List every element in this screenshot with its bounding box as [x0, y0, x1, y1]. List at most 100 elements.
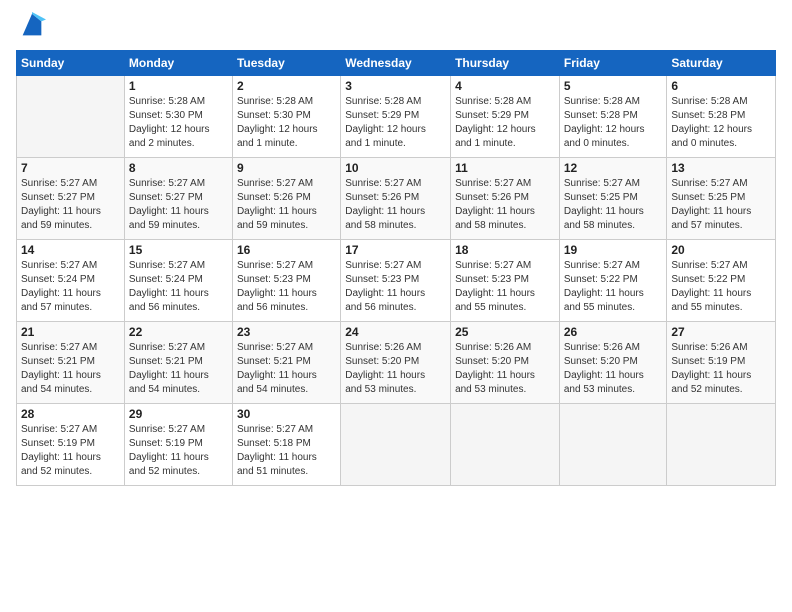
- calendar-cell: [17, 76, 125, 158]
- day-number: 1: [129, 79, 228, 93]
- header: [16, 16, 776, 40]
- calendar-cell: 13 Sunrise: 5:27 AM Sunset: 5:25 PM Dayli…: [667, 158, 776, 240]
- day-number: 16: [237, 243, 336, 257]
- calendar-cell: 24 Sunrise: 5:26 AM Sunset: 5:20 PM Dayli…: [341, 322, 451, 404]
- calendar-cell: [667, 404, 776, 486]
- calendar-header-monday: Monday: [124, 51, 232, 76]
- day-number: 19: [564, 243, 663, 257]
- day-number: 15: [129, 243, 228, 257]
- day-number: 23: [237, 325, 336, 339]
- calendar-cell: 20 Sunrise: 5:27 AM Sunset: 5:22 PM Dayli…: [667, 240, 776, 322]
- day-number: 24: [345, 325, 446, 339]
- calendar-cell: 12Sunrise: 5:27 AM Sunset: 5:25 PM Dayli…: [559, 158, 667, 240]
- calendar-header-row: SundayMondayTuesdayWednesdayThursdayFrid…: [17, 51, 776, 76]
- day-number: 20: [671, 243, 771, 257]
- day-info: Sunrise: 5:28 AM Sunset: 5:29 PM Dayligh…: [455, 95, 555, 151]
- calendar-header-tuesday: Tuesday: [232, 51, 340, 76]
- day-info: Sunrise: 5:27 AM Sunset: 5:23 PM Dayligh…: [237, 259, 336, 315]
- day-number: 28: [21, 407, 120, 421]
- calendar-cell: 17Sunrise: 5:27 AM Sunset: 5:23 PM Dayli…: [341, 240, 451, 322]
- day-number: 8: [129, 161, 228, 175]
- calendar-week-row: 14 Sunrise: 5:27 AM Sunset: 5:24 PM Dayli…: [17, 240, 776, 322]
- day-info: Sunrise: 5:27 AM Sunset: 5:27 PM Dayligh…: [21, 177, 120, 233]
- calendar-cell: [341, 404, 451, 486]
- day-info: Sunrise: 5:27 AM Sunset: 5:21 PM Dayligh…: [237, 341, 336, 397]
- calendar-header-wednesday: Wednesday: [341, 51, 451, 76]
- calendar-cell: 5Sunrise: 5:28 AM Sunset: 5:28 PM Daylig…: [559, 76, 667, 158]
- day-info: Sunrise: 5:28 AM Sunset: 5:30 PM Dayligh…: [237, 95, 336, 151]
- day-info: Sunrise: 5:28 AM Sunset: 5:29 PM Dayligh…: [345, 95, 446, 151]
- day-info: Sunrise: 5:27 AM Sunset: 5:24 PM Dayligh…: [21, 259, 120, 315]
- logo: [16, 16, 46, 40]
- day-info: Sunrise: 5:27 AM Sunset: 5:21 PM Dayligh…: [129, 341, 228, 397]
- calendar-cell: 2 Sunrise: 5:28 AM Sunset: 5:30 PM Daylig…: [232, 76, 340, 158]
- day-info: Sunrise: 5:27 AM Sunset: 5:25 PM Dayligh…: [671, 177, 771, 233]
- day-number: 29: [129, 407, 228, 421]
- day-info: Sunrise: 5:27 AM Sunset: 5:22 PM Dayligh…: [671, 259, 771, 315]
- day-number: 10: [345, 161, 446, 175]
- day-number: 9: [237, 161, 336, 175]
- calendar-cell: 9Sunrise: 5:27 AM Sunset: 5:26 PM Daylig…: [232, 158, 340, 240]
- calendar-cell: [451, 404, 560, 486]
- day-number: 13: [671, 161, 771, 175]
- day-info: Sunrise: 5:27 AM Sunset: 5:23 PM Dayligh…: [455, 259, 555, 315]
- day-info: Sunrise: 5:26 AM Sunset: 5:20 PM Dayligh…: [564, 341, 663, 397]
- day-info: Sunrise: 5:27 AM Sunset: 5:19 PM Dayligh…: [21, 423, 120, 479]
- day-info: Sunrise: 5:27 AM Sunset: 5:21 PM Dayligh…: [21, 341, 120, 397]
- day-number: 27: [671, 325, 771, 339]
- day-info: Sunrise: 5:27 AM Sunset: 5:19 PM Dayligh…: [129, 423, 228, 479]
- day-info: Sunrise: 5:28 AM Sunset: 5:28 PM Dayligh…: [671, 95, 771, 151]
- calendar-cell: 29 Sunrise: 5:27 AM Sunset: 5:19 PM Dayli…: [124, 404, 232, 486]
- calendar-week-row: 7 Sunrise: 5:27 AM Sunset: 5:27 PM Daylig…: [17, 158, 776, 240]
- calendar-cell: 18 Sunrise: 5:27 AM Sunset: 5:23 PM Dayli…: [451, 240, 560, 322]
- day-info: Sunrise: 5:28 AM Sunset: 5:30 PM Dayligh…: [129, 95, 228, 151]
- calendar-cell: 1 Sunrise: 5:28 AM Sunset: 5:30 PM Daylig…: [124, 76, 232, 158]
- calendar-cell: 19 Sunrise: 5:27 AM Sunset: 5:22 PM Dayli…: [559, 240, 667, 322]
- day-info: Sunrise: 5:27 AM Sunset: 5:24 PM Dayligh…: [129, 259, 228, 315]
- calendar-cell: 28 Sunrise: 5:27 AM Sunset: 5:19 PM Dayli…: [17, 404, 125, 486]
- calendar-week-row: 28 Sunrise: 5:27 AM Sunset: 5:19 PM Dayli…: [17, 404, 776, 486]
- day-number: 22: [129, 325, 228, 339]
- calendar-week-row: 1 Sunrise: 5:28 AM Sunset: 5:30 PM Daylig…: [17, 76, 776, 158]
- day-number: 5: [564, 79, 663, 93]
- calendar-cell: [559, 404, 667, 486]
- calendar-cell: 3Sunrise: 5:28 AM Sunset: 5:29 PM Daylig…: [341, 76, 451, 158]
- day-info: Sunrise: 5:26 AM Sunset: 5:20 PM Dayligh…: [345, 341, 446, 397]
- calendar-week-row: 21 Sunrise: 5:27 AM Sunset: 5:21 PM Dayli…: [17, 322, 776, 404]
- calendar-cell: 10Sunrise: 5:27 AM Sunset: 5:26 PM Dayli…: [341, 158, 451, 240]
- day-info: Sunrise: 5:27 AM Sunset: 5:22 PM Dayligh…: [564, 259, 663, 315]
- calendar-cell: 15 Sunrise: 5:27 AM Sunset: 5:24 PM Dayli…: [124, 240, 232, 322]
- calendar-cell: 7 Sunrise: 5:27 AM Sunset: 5:27 PM Daylig…: [17, 158, 125, 240]
- calendar-header-sunday: Sunday: [17, 51, 125, 76]
- day-info: Sunrise: 5:26 AM Sunset: 5:19 PM Dayligh…: [671, 341, 771, 397]
- calendar-cell: 8 Sunrise: 5:27 AM Sunset: 5:27 PM Daylig…: [124, 158, 232, 240]
- day-number: 14: [21, 243, 120, 257]
- day-info: Sunrise: 5:27 AM Sunset: 5:27 PM Dayligh…: [129, 177, 228, 233]
- calendar-cell: 25Sunrise: 5:26 AM Sunset: 5:20 PM Dayli…: [451, 322, 560, 404]
- day-number: 7: [21, 161, 120, 175]
- day-info: Sunrise: 5:27 AM Sunset: 5:18 PM Dayligh…: [237, 423, 336, 479]
- day-info: Sunrise: 5:26 AM Sunset: 5:20 PM Dayligh…: [455, 341, 555, 397]
- calendar-header-friday: Friday: [559, 51, 667, 76]
- calendar-cell: 4 Sunrise: 5:28 AM Sunset: 5:29 PM Daylig…: [451, 76, 560, 158]
- calendar-cell: 26 Sunrise: 5:26 AM Sunset: 5:20 PM Dayli…: [559, 322, 667, 404]
- day-number: 30: [237, 407, 336, 421]
- day-info: Sunrise: 5:27 AM Sunset: 5:25 PM Dayligh…: [564, 177, 663, 233]
- calendar-cell: 23 Sunrise: 5:27 AM Sunset: 5:21 PM Dayli…: [232, 322, 340, 404]
- logo-icon: [18, 12, 46, 40]
- day-number: 18: [455, 243, 555, 257]
- calendar-cell: 21 Sunrise: 5:27 AM Sunset: 5:21 PM Dayli…: [17, 322, 125, 404]
- calendar-cell: 22 Sunrise: 5:27 AM Sunset: 5:21 PM Dayli…: [124, 322, 232, 404]
- day-number: 26: [564, 325, 663, 339]
- day-number: 2: [237, 79, 336, 93]
- calendar-cell: 27 Sunrise: 5:26 AM Sunset: 5:19 PM Dayli…: [667, 322, 776, 404]
- day-number: 21: [21, 325, 120, 339]
- calendar-header-saturday: Saturday: [667, 51, 776, 76]
- calendar-cell: 30 Sunrise: 5:27 AM Sunset: 5:18 PM Dayli…: [232, 404, 340, 486]
- calendar-header-thursday: Thursday: [451, 51, 560, 76]
- day-number: 4: [455, 79, 555, 93]
- day-number: 17: [345, 243, 446, 257]
- calendar-cell: 11Sunrise: 5:27 AM Sunset: 5:26 PM Dayli…: [451, 158, 560, 240]
- calendar-cell: 14 Sunrise: 5:27 AM Sunset: 5:24 PM Dayli…: [17, 240, 125, 322]
- day-number: 11: [455, 161, 555, 175]
